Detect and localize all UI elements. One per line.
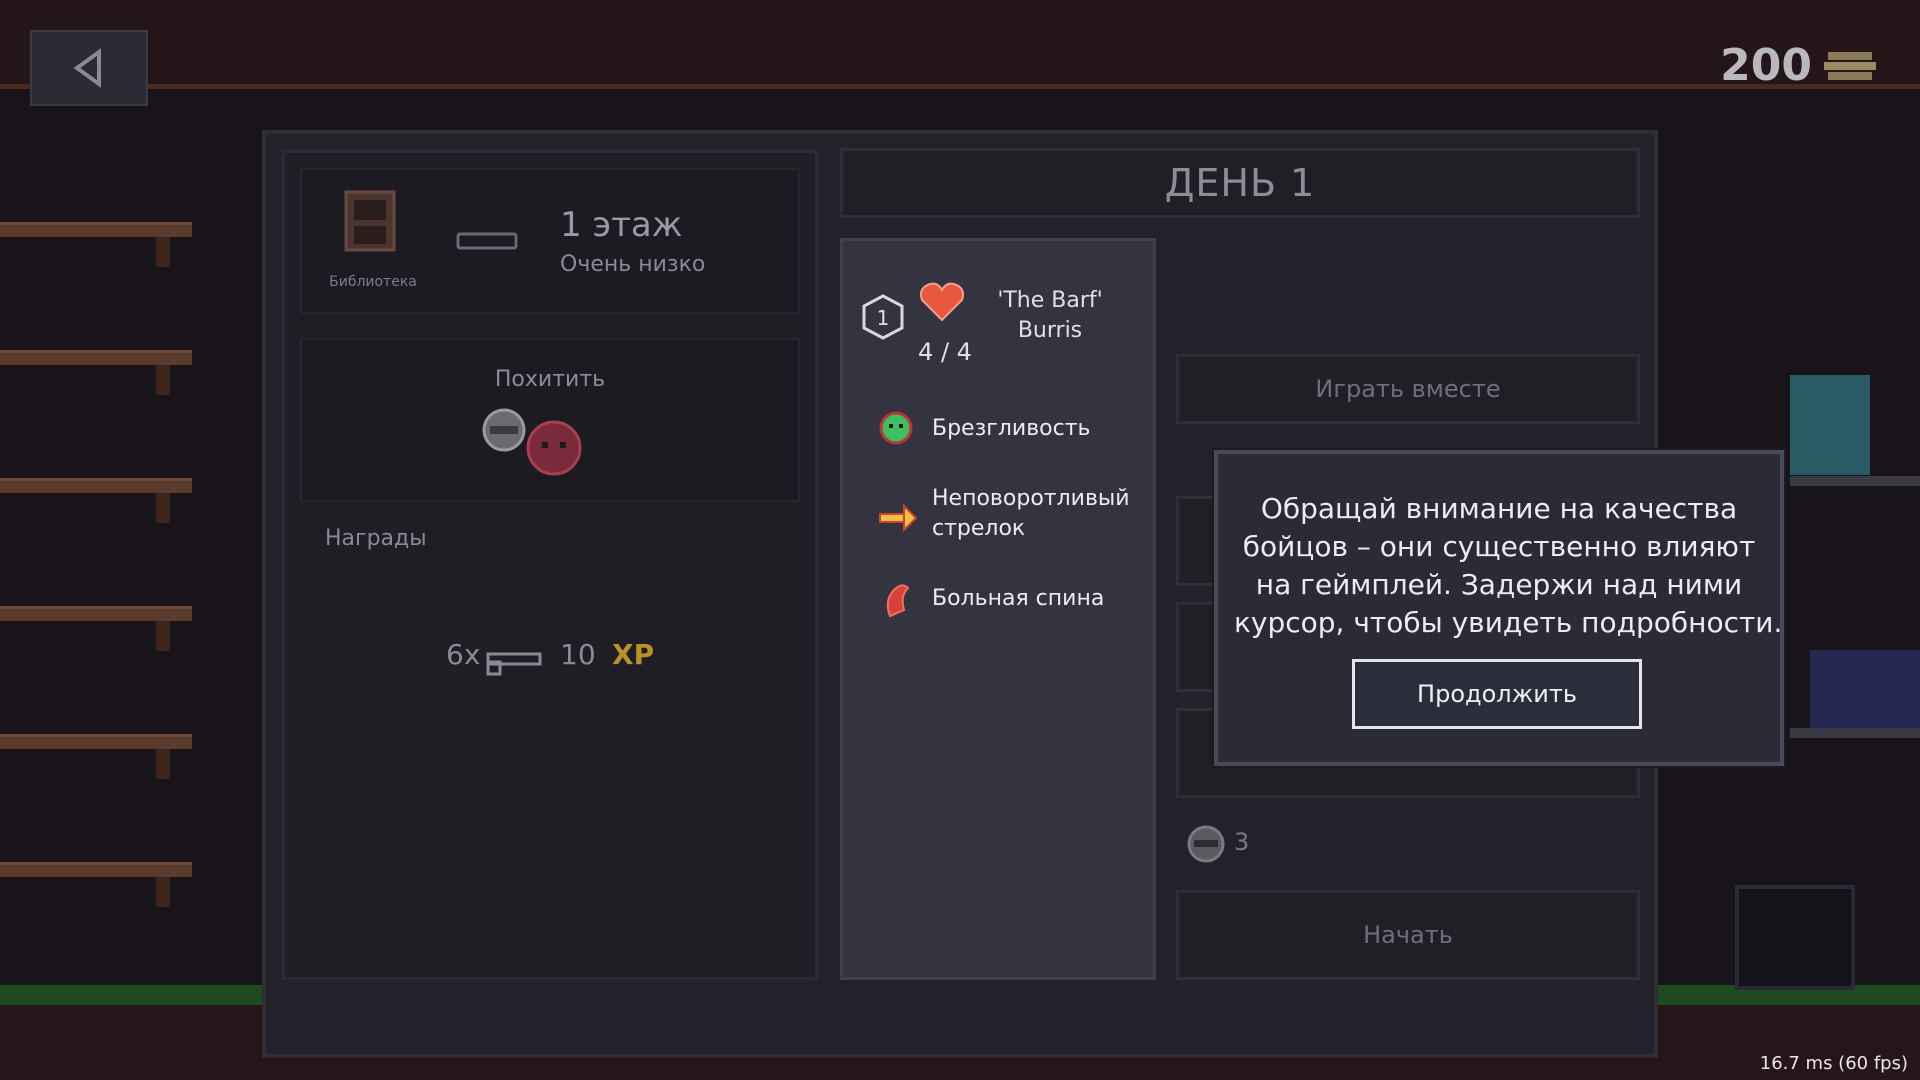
difficulty-bar-icon <box>456 232 518 250</box>
trait-bad-back[interactable] <box>880 580 916 620</box>
trait-label-clumsy-shooter-line1: Неповоротливый <box>932 486 1130 511</box>
tooltip-line: бойцов – они существенно влияют <box>1242 530 1756 563</box>
play-together-button[interactable]: Играть вместе <box>1176 354 1640 424</box>
background-shelf <box>0 734 192 749</box>
difficulty-label: Очень низко <box>560 252 706 277</box>
background-top-wall <box>0 0 1920 88</box>
background-shelf <box>0 606 192 621</box>
trait-squeamish[interactable] <box>878 410 914 446</box>
background-shelf <box>0 350 192 365</box>
back-arrow-icon <box>73 48 101 88</box>
location-name: Библиотека <box>329 274 417 290</box>
background-shelf-right <box>1790 728 1920 738</box>
reward-item-count: 6x <box>446 638 481 671</box>
green-slime-icon <box>879 411 913 445</box>
coin-stack-icon <box>1824 52 1876 80</box>
tooltip-message: Обращай внимание на качества бойцов – он… <box>1234 490 1783 642</box>
background-shelf <box>0 222 192 237</box>
tooltip-line: на геймплей. Задержи над ними <box>1255 568 1743 601</box>
trait-clumsy-shooter[interactable] <box>878 500 918 536</box>
background-doorway <box>1735 885 1855 990</box>
fps-counter: 16.7 ms (60 fps) <box>1759 1053 1908 1074</box>
back-pain-icon <box>886 584 910 618</box>
abduct-targets-icon <box>482 408 582 476</box>
background-shelf-leg <box>156 877 170 907</box>
reward-xp-label: XP <box>612 638 655 671</box>
fighter-name-line1: 'The Barf' <box>997 288 1103 313</box>
trait-label-clumsy-shooter-line2: стрелок <box>932 516 1026 541</box>
background-shelf-right <box>1790 476 1920 486</box>
rifle-icon <box>486 652 542 676</box>
library-door-icon <box>344 190 396 252</box>
background-shelf-leg <box>156 749 170 779</box>
fighter-hp: 4 / 4 <box>918 338 972 366</box>
heart-icon <box>920 282 964 322</box>
floor-label: 1 этаж <box>560 205 683 245</box>
abduct-label: Похитить <box>494 367 606 392</box>
team-member-icon <box>1187 825 1225 863</box>
arrow-icon <box>879 503 918 533</box>
back-button[interactable] <box>30 30 148 106</box>
background-shelf-leg <box>156 237 170 267</box>
background-shelf-leg <box>156 493 170 523</box>
background-shelf <box>0 862 192 877</box>
fighter-name-line2: Burris <box>1017 318 1083 343</box>
background-bed <box>1810 650 1920 728</box>
background-shelf-leg <box>156 365 170 395</box>
team-count: 3 <box>1234 828 1250 856</box>
reward-xp-amount: 10 <box>560 638 596 671</box>
background-creature <box>1790 375 1870 475</box>
background-shelf <box>0 478 192 493</box>
background-shelf-leg <box>156 621 170 651</box>
tooltip-line: курсор, чтобы увидеть подробности. <box>1234 606 1783 639</box>
continue-button[interactable]: Продолжить <box>1352 659 1642 729</box>
trait-label-squeamish: Брезгливость <box>932 416 1091 441</box>
coin-count: 200 <box>1720 40 1812 91</box>
tooltip-line: Обращай внимание на качества <box>1260 492 1738 525</box>
rewards-label: Награды <box>325 526 427 551</box>
fighter-number: 1 <box>876 306 890 330</box>
trait-label-bad-back: Больная спина <box>932 586 1105 611</box>
start-button[interactable]: Начать <box>1176 890 1640 980</box>
day-title: ДЕНЬ 1 <box>840 148 1640 218</box>
